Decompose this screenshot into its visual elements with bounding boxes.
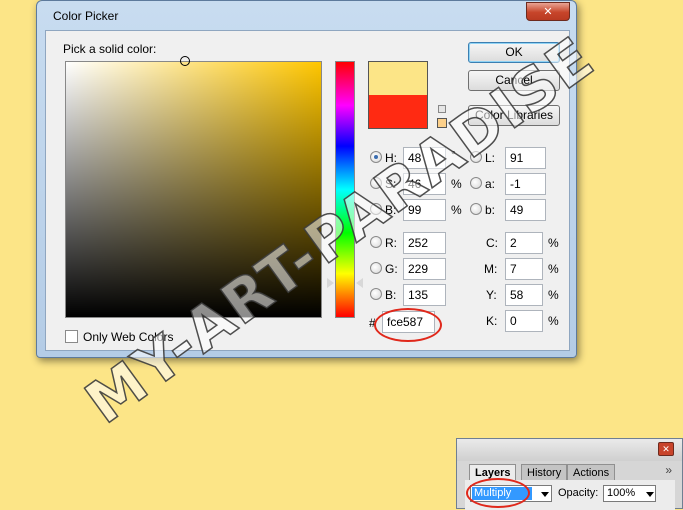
current-color-swatch[interactable] [368, 95, 428, 129]
out-of-gamut-warning-icon[interactable] [438, 105, 446, 113]
green-label: G: [385, 262, 398, 276]
b-channel-radio[interactable] [470, 203, 482, 215]
brightness-label: B: [385, 203, 397, 217]
blue-field[interactable]: 135 [403, 284, 446, 306]
opacity-value: 100% [607, 487, 636, 499]
opacity-label: Opacity: [558, 487, 599, 499]
blue-label: B: [385, 288, 397, 302]
lightness-field[interactable]: 91 [505, 147, 546, 169]
color-picker-dialog: Color Picker ✕ Pick a solid color: OK Ca… [36, 0, 577, 358]
saturation-field[interactable]: 46 [403, 173, 446, 195]
a-channel-radio[interactable] [470, 177, 482, 189]
hue-unit: ° [451, 148, 456, 162]
red-label: R: [385, 236, 397, 250]
a-channel-label: a: [485, 177, 496, 191]
hue-slider-right-arrow[interactable] [356, 278, 363, 288]
brightness-field[interactable]: 99 [403, 199, 446, 221]
cyan-label: C: [486, 236, 498, 250]
title-bar[interactable]: Color Picker ✕ [37, 1, 576, 31]
red-field[interactable]: 252 [403, 232, 446, 254]
only-web-colors-checkbox[interactable] [65, 330, 78, 343]
cyan-field[interactable]: 2 [505, 232, 543, 254]
hue-label: H: [385, 151, 397, 165]
black-label: K: [486, 314, 498, 328]
close-icon: ✕ [662, 443, 670, 454]
magenta-label: M: [484, 262, 498, 276]
ok-button[interactable]: OK [468, 42, 560, 63]
pick-solid-color-label: Pick a solid color: [63, 42, 157, 56]
red-radio[interactable] [370, 236, 382, 248]
hue-radio[interactable] [370, 151, 382, 163]
only-web-colors-label: Only Web Colors [83, 330, 174, 344]
color-libraries-button[interactable]: Color Libraries [468, 105, 560, 126]
chevron-down-icon [646, 492, 654, 497]
close-icon: ✕ [543, 6, 553, 18]
magenta-unit: % [548, 262, 559, 276]
hex-highlight-circle [374, 308, 442, 342]
tab-actions[interactable]: Actions [567, 464, 616, 481]
panel-close-button[interactable]: ✕ [658, 442, 674, 456]
yellow-unit: % [548, 288, 559, 302]
saturation-unit: % [451, 177, 462, 191]
saturation-label: S: [385, 177, 397, 191]
new-color-swatch [368, 61, 428, 95]
b-channel-label: b: [485, 203, 496, 217]
lightness-label: L: [485, 151, 496, 165]
panel-title-bar[interactable]: ✕ [457, 439, 682, 461]
brightness-unit: % [451, 203, 462, 217]
dialog-title: Color Picker [53, 9, 119, 23]
panel-menu-icon[interactable]: » [665, 463, 672, 477]
blend-mode-highlight-circle [466, 478, 530, 508]
hue-slider[interactable] [335, 61, 355, 318]
brightness-radio[interactable] [370, 203, 382, 215]
yellow-field[interactable]: 58 [505, 284, 543, 306]
blue-radio[interactable] [370, 288, 382, 300]
saturation-radio[interactable] [370, 177, 382, 189]
green-field[interactable]: 229 [403, 258, 446, 280]
saturation-brightness-field[interactable] [65, 56, 322, 318]
hue-field[interactable]: 48 [403, 147, 446, 169]
dialog-content: Pick a solid color: OK Cancel Color Libr… [45, 30, 570, 351]
cancel-button[interactable]: Cancel [468, 70, 560, 91]
color-field-cursor[interactable] [180, 56, 190, 66]
web-safe-color-icon[interactable] [437, 118, 447, 128]
magenta-field[interactable]: 7 [505, 258, 543, 280]
cyan-unit: % [548, 236, 559, 250]
chevron-down-icon [541, 492, 549, 497]
opacity-field[interactable]: 100% [603, 485, 656, 502]
close-button[interactable]: ✕ [526, 2, 570, 21]
b-channel-field[interactable]: 49 [505, 199, 546, 221]
tab-history[interactable]: History [521, 464, 568, 481]
hue-slider-left-arrow[interactable] [327, 278, 334, 288]
yellow-label: Y: [486, 288, 497, 302]
black-unit: % [548, 314, 559, 328]
a-channel-field[interactable]: -1 [505, 173, 546, 195]
green-radio[interactable] [370, 262, 382, 274]
lightness-radio[interactable] [470, 151, 482, 163]
black-field[interactable]: 0 [505, 310, 543, 332]
